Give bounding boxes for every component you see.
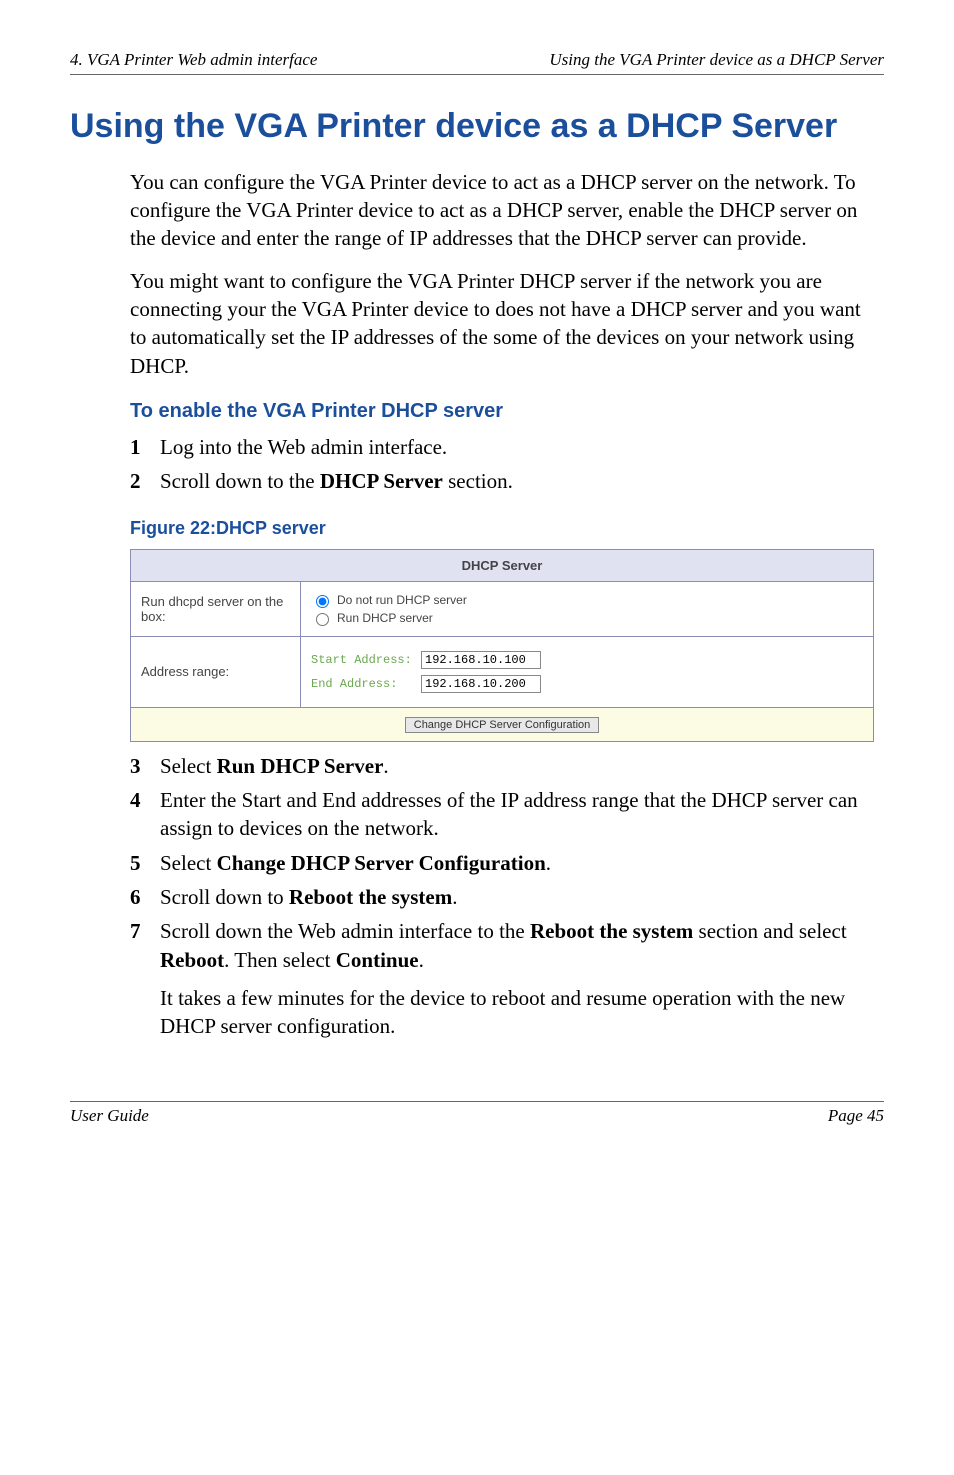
step-number: 2 bbox=[130, 467, 160, 495]
text-part: Scroll down the Web admin interface to t… bbox=[160, 919, 530, 943]
bold-text: Continue bbox=[336, 948, 419, 972]
text-part: Select bbox=[160, 851, 217, 875]
change-dhcp-config-button[interactable]: Change DHCP Server Configuration bbox=[405, 717, 600, 733]
header-right: Using the VGA Printer device as a DHCP S… bbox=[549, 50, 884, 70]
text-part: section and select bbox=[693, 919, 846, 943]
radio-label: Run DHCP server bbox=[337, 611, 433, 625]
step-5: 5 Select Change DHCP Server Configuratio… bbox=[130, 849, 874, 877]
dhcp-server-table: DHCP Server Run dhcpd server on the box:… bbox=[130, 549, 874, 742]
step-text: Select Run DHCP Server. bbox=[160, 752, 874, 780]
header-left: 4. VGA Printer Web admin interface bbox=[70, 50, 317, 70]
step-text: Scroll down the Web admin interface to t… bbox=[160, 917, 874, 974]
dhcp-footer: Change DHCP Server Configuration bbox=[131, 707, 874, 741]
subhead-enable: To enable the VGA Printer DHCP server bbox=[130, 400, 874, 423]
footer-right: Page 45 bbox=[828, 1106, 884, 1126]
bold-text: Change DHCP Server Configuration bbox=[217, 851, 546, 875]
step-number: 5 bbox=[130, 849, 160, 877]
text-part: . Then select bbox=[224, 948, 336, 972]
step-2: 2 Scroll down to the DHCP Server section… bbox=[130, 467, 874, 495]
radio-run[interactable] bbox=[316, 613, 329, 626]
start-address-input[interactable] bbox=[421, 651, 541, 669]
step-number: 7 bbox=[130, 917, 160, 974]
steps-list-a: 1 Log into the Web admin interface. 2 Sc… bbox=[130, 433, 874, 496]
dhcp-run-options: Do not run DHCP server Run DHCP server bbox=[301, 581, 874, 636]
intro-para-2: You might want to configure the VGA Prin… bbox=[130, 267, 874, 380]
tail-paragraph: It takes a few minutes for the device to… bbox=[160, 984, 874, 1041]
end-address-input[interactable] bbox=[421, 675, 541, 693]
start-address-label: Start Address: bbox=[311, 653, 421, 667]
text-part: . bbox=[452, 885, 457, 909]
text-part: Scroll down to bbox=[160, 885, 289, 909]
step-4: 4 Enter the Start and End addresses of t… bbox=[130, 786, 874, 843]
step-text: Scroll down to Reboot the system. bbox=[160, 883, 874, 911]
dhcp-range-label: Address range: bbox=[131, 636, 301, 707]
step-6: 6 Scroll down to Reboot the system. bbox=[130, 883, 874, 911]
page-footer: User Guide Page 45 bbox=[70, 1101, 884, 1126]
radio-do-not-run[interactable] bbox=[316, 595, 329, 608]
step-number: 1 bbox=[130, 433, 160, 461]
footer-left: User Guide bbox=[70, 1106, 149, 1126]
radio-label: Do not run DHCP server bbox=[337, 593, 467, 607]
step-number: 3 bbox=[130, 752, 160, 780]
step-text: Select Change DHCP Server Configuration. bbox=[160, 849, 874, 877]
step-number: 4 bbox=[130, 786, 160, 843]
intro-para-1: You can configure the VGA Printer device… bbox=[130, 168, 874, 253]
step-3: 3 Select Run DHCP Server. bbox=[130, 752, 874, 780]
bold-text: DHCP Server bbox=[320, 469, 443, 493]
page-header: 4. VGA Printer Web admin interface Using… bbox=[70, 50, 884, 75]
bold-text: Reboot the system bbox=[530, 919, 693, 943]
end-address-label: End Address: bbox=[311, 677, 421, 691]
text-part: section. bbox=[443, 469, 513, 493]
text-part: . bbox=[546, 851, 551, 875]
text-part: . bbox=[383, 754, 388, 778]
steps-list-b: 3 Select Run DHCP Server. 4 Enter the St… bbox=[130, 752, 874, 974]
bold-text: Reboot the system bbox=[289, 885, 452, 909]
page-title: Using the VGA Printer device as a DHCP S… bbox=[70, 105, 884, 148]
step-7: 7 Scroll down the Web admin interface to… bbox=[130, 917, 874, 974]
step-1: 1 Log into the Web admin interface. bbox=[130, 433, 874, 461]
dhcp-table-header: DHCP Server bbox=[131, 549, 874, 581]
step-text: Enter the Start and End addresses of the… bbox=[160, 786, 874, 843]
figure-caption: Figure 22:DHCP server bbox=[130, 518, 874, 539]
dhcp-range-fields: Start Address: End Address: bbox=[301, 636, 874, 707]
step-number: 6 bbox=[130, 883, 160, 911]
bold-text: Reboot bbox=[160, 948, 224, 972]
text-part: Scroll down to the bbox=[160, 469, 320, 493]
step-text: Scroll down to the DHCP Server section. bbox=[160, 467, 874, 495]
bold-text: Run DHCP Server bbox=[217, 754, 384, 778]
dhcp-run-label: Run dhcpd server on the box: bbox=[131, 581, 301, 636]
text-part: . bbox=[419, 948, 424, 972]
text-part: Select bbox=[160, 754, 217, 778]
step-text: Log into the Web admin interface. bbox=[160, 433, 874, 461]
